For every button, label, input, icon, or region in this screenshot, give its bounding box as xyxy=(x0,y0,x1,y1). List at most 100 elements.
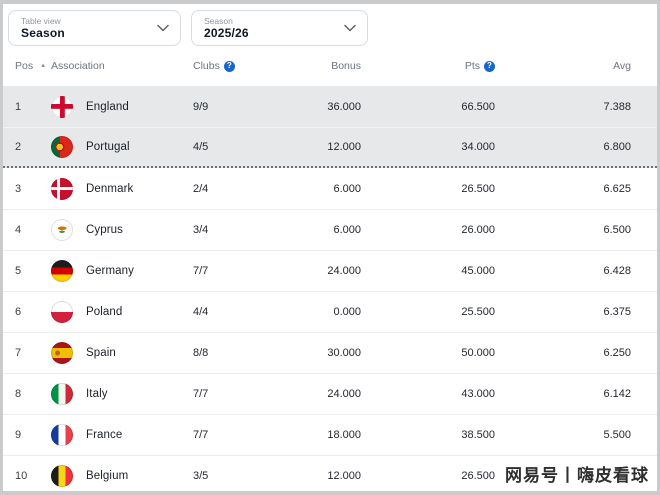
clubs-cell: 7/7 xyxy=(193,265,265,277)
table-row[interactable]: 4 Cyprus 3/4 6.000 26.000 6.500 xyxy=(3,209,657,250)
pts-cell: 43.000 xyxy=(361,388,495,400)
table-view-label: Table view xyxy=(21,16,152,26)
flag-icon xyxy=(51,136,73,158)
pos-cell: 5 xyxy=(15,265,51,277)
clubs-cell: 7/7 xyxy=(193,388,265,400)
table-header: Pos ▲ Association Clubs ? Bonus Pts ? Av… xyxy=(3,46,657,86)
chevron-down-icon xyxy=(157,19,169,37)
pos-cell: 2 xyxy=(15,141,51,153)
pts-cell: 38.500 xyxy=(361,429,495,441)
pos-cell: 3 xyxy=(15,183,51,195)
association-cell: France xyxy=(51,424,193,446)
flag-icon xyxy=(51,96,73,118)
col-association[interactable]: Association xyxy=(51,60,193,72)
table-row[interactable]: 6 Poland 4/4 0.000 25.500 6.375 xyxy=(3,291,657,332)
pts-cell: 66.500 xyxy=(361,101,495,113)
avg-cell: 6.428 xyxy=(495,265,631,277)
pts-cell: 50.000 xyxy=(361,347,495,359)
association-name: Germany xyxy=(86,265,134,277)
flag-icon xyxy=(51,342,73,364)
pts-cell: 26.500 xyxy=(361,470,495,482)
clubs-cell: 9/9 xyxy=(193,101,265,113)
flag-icon xyxy=(51,219,73,241)
pos-cell: 1 xyxy=(15,101,51,113)
bonus-cell: 6.000 xyxy=(265,224,361,236)
col-clubs[interactable]: Clubs ? xyxy=(193,60,265,72)
clubs-cell: 8/8 xyxy=(193,347,265,359)
clubs-cell: 2/4 xyxy=(193,183,265,195)
association-name: Spain xyxy=(86,347,116,359)
bonus-cell: 30.000 xyxy=(265,347,361,359)
col-pts-label: Pts xyxy=(465,60,480,72)
association-cell: Spain xyxy=(51,342,193,364)
flag-icon xyxy=(51,260,73,282)
association-cell: Germany xyxy=(51,260,193,282)
pts-cell: 45.000 xyxy=(361,265,495,277)
avg-cell: 6.250 xyxy=(495,347,631,359)
help-icon[interactable]: ? xyxy=(484,61,495,72)
sort-asc-icon: ▲ xyxy=(40,63,46,69)
col-pos[interactable]: Pos ▲ xyxy=(15,60,51,72)
bonus-cell: 12.000 xyxy=(265,470,361,482)
pos-cell: 4 xyxy=(15,224,51,236)
avg-cell: 5.500 xyxy=(495,429,631,441)
chevron-down-icon xyxy=(344,19,356,37)
season-dropdown[interactable]: Season 2025/26 xyxy=(191,10,368,46)
avg-cell: 6.800 xyxy=(495,141,631,153)
bonus-cell: 12.000 xyxy=(265,141,361,153)
help-icon[interactable]: ? xyxy=(224,61,235,72)
flag-icon xyxy=(51,178,73,200)
filters-bar: Table view Season Season 2025/26 xyxy=(8,10,657,46)
table-row[interactable]: 1 England 9/9 36.000 66.500 7.388 xyxy=(3,86,657,127)
table-row[interactable]: 8 Italy 7/7 24.000 43.000 6.142 xyxy=(3,373,657,414)
col-bonus[interactable]: Bonus xyxy=(265,60,361,72)
association-name: Portugal xyxy=(86,141,130,153)
bonus-cell: 36.000 xyxy=(265,101,361,113)
bonus-cell: 0.000 xyxy=(265,306,361,318)
bonus-cell: 18.000 xyxy=(265,429,361,441)
flag-icon xyxy=(51,465,73,487)
col-clubs-label: Clubs xyxy=(193,60,220,72)
pts-cell: 26.000 xyxy=(361,224,495,236)
pos-cell: 10 xyxy=(15,470,51,482)
table-body: 1 England 9/9 36.000 66.500 7.388 2 Port… xyxy=(3,86,657,495)
association-name: Denmark xyxy=(86,183,133,195)
pts-cell: 25.500 xyxy=(361,306,495,318)
clubs-cell: 4/4 xyxy=(193,306,265,318)
coefficients-page: Table view Season Season 2025/26 Pos ▲ A… xyxy=(0,0,660,495)
association-name: Poland xyxy=(86,306,122,318)
table-row[interactable]: 3 Denmark 2/4 6.000 26.500 6.625 xyxy=(3,168,657,209)
flag-icon xyxy=(51,301,73,323)
clubs-cell: 4/5 xyxy=(193,141,265,153)
association-name: Italy xyxy=(86,388,108,400)
flag-icon xyxy=(51,383,73,405)
association-name: France xyxy=(86,429,122,441)
pos-cell: 9 xyxy=(15,429,51,441)
table-row[interactable]: 7 Spain 8/8 30.000 50.000 6.250 xyxy=(3,332,657,373)
association-cell: Italy xyxy=(51,383,193,405)
col-avg[interactable]: Avg xyxy=(495,60,631,72)
pos-cell: 8 xyxy=(15,388,51,400)
pts-cell: 34.000 xyxy=(361,141,495,153)
bonus-cell: 24.000 xyxy=(265,265,361,277)
clubs-cell: 7/7 xyxy=(193,429,265,441)
season-value: 2025/26 xyxy=(204,26,339,40)
pos-cell: 6 xyxy=(15,306,51,318)
pts-cell: 26.500 xyxy=(361,183,495,195)
avg-cell: 6.142 xyxy=(495,388,631,400)
col-pts[interactable]: Pts ? xyxy=(361,60,495,72)
table-row[interactable]: 9 France 7/7 18.000 38.500 5.500 xyxy=(3,414,657,455)
avg-cell: 6.625 xyxy=(495,183,631,195)
table-row[interactable]: 5 Germany 7/7 24.000 45.000 6.428 xyxy=(3,250,657,291)
association-cell: Poland xyxy=(51,301,193,323)
table-view-dropdown[interactable]: Table view Season xyxy=(8,10,181,46)
association-name: England xyxy=(86,101,129,113)
clubs-cell: 3/5 xyxy=(193,470,265,482)
association-name: Cyprus xyxy=(86,224,123,236)
season-label: Season xyxy=(204,16,339,26)
bonus-cell: 24.000 xyxy=(265,388,361,400)
avg-cell: 6.500 xyxy=(495,224,631,236)
table-row[interactable]: 2 Portugal 4/5 12.000 34.000 6.800 xyxy=(3,127,657,168)
association-cell: Cyprus xyxy=(51,219,193,241)
table-view-value: Season xyxy=(21,26,152,40)
